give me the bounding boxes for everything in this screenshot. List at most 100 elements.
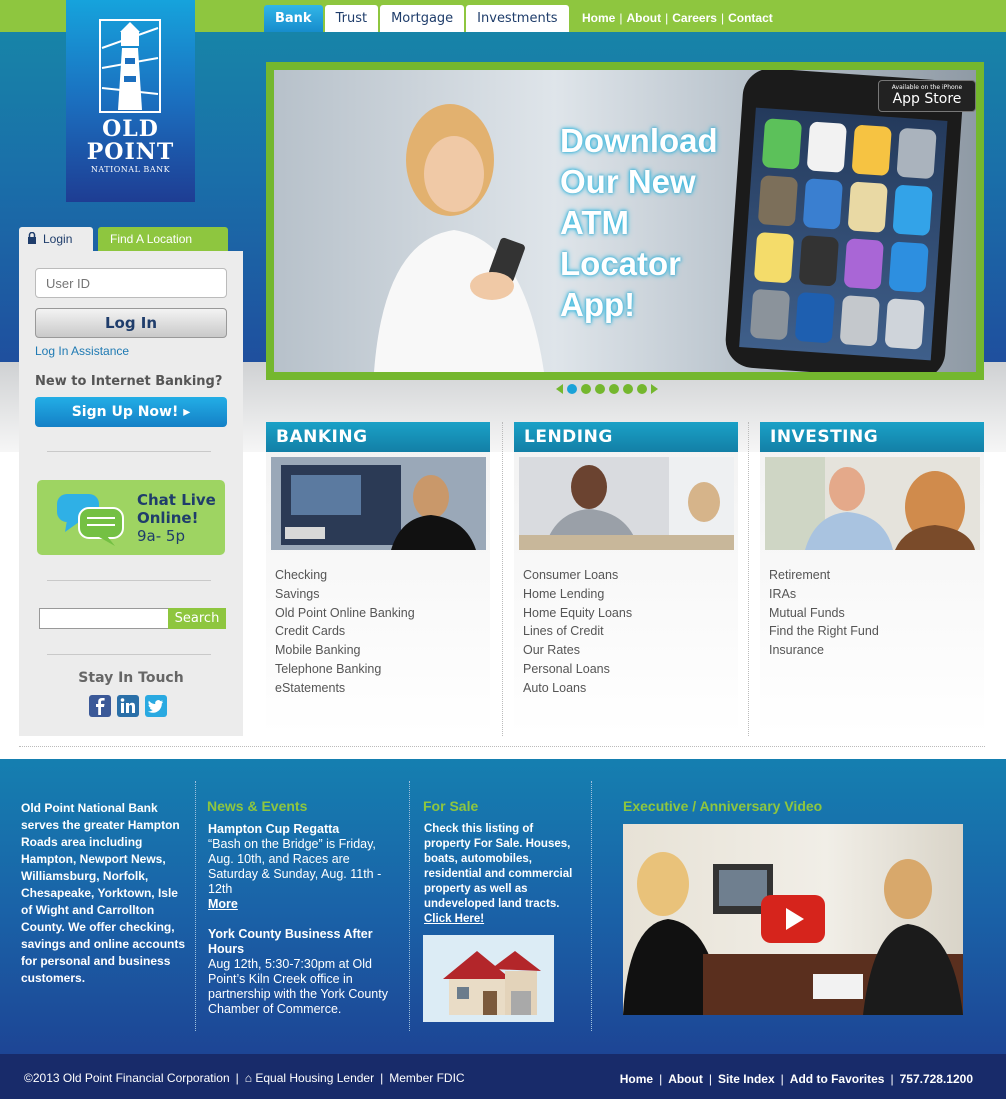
chat-live-button[interactable]: Chat Live Online! 9a- 5p xyxy=(37,480,225,555)
chat-line: Online! xyxy=(137,509,199,527)
play-icon[interactable] xyxy=(761,895,825,943)
slide-dot[interactable] xyxy=(581,384,591,394)
tab-mortgage[interactable]: Mortgage xyxy=(380,5,465,32)
top-link-careers[interactable]: Careers xyxy=(672,11,717,25)
news-title[interactable]: Hampton Cup Regatta xyxy=(208,822,392,837)
search-input[interactable] xyxy=(39,608,169,629)
login-button[interactable]: Log In xyxy=(35,308,227,338)
link-personal-loans[interactable]: Personal Loans xyxy=(523,660,632,679)
linkedin-icon[interactable] xyxy=(117,695,139,717)
link-consumer-loans[interactable]: Consumer Loans xyxy=(523,566,632,585)
next-slide-arrow-icon[interactable] xyxy=(651,384,658,394)
twitter-icon[interactable] xyxy=(145,695,167,717)
banking-links: Checking Savings Old Point Online Bankin… xyxy=(275,566,415,698)
footer-link-favorites[interactable]: Add to Favorites xyxy=(790,1072,885,1086)
lock-icon xyxy=(28,232,36,244)
footer-link-home[interactable]: Home xyxy=(620,1072,653,1086)
investing-panel-title[interactable]: INVESTING xyxy=(760,422,984,452)
panel-divider xyxy=(502,422,503,736)
tab-login[interactable]: Login xyxy=(19,227,93,251)
slide-dot[interactable] xyxy=(609,384,619,394)
tab-login-label: Login xyxy=(43,232,73,246)
tab-trust[interactable]: Trust xyxy=(324,5,379,32)
app-icon xyxy=(892,184,933,236)
slide-dot[interactable] xyxy=(623,384,633,394)
search-button[interactable]: Search xyxy=(168,608,226,629)
logo-text-old: OLD xyxy=(102,116,159,142)
investing-photo xyxy=(765,457,980,550)
investing-panel: INVESTING Retirement IRAs Mutual Funds F… xyxy=(760,422,984,736)
top-link-about[interactable]: About xyxy=(626,11,661,25)
copyright-line: ©2013 Old Point Financial Corporation | ⌂ … xyxy=(24,1071,465,1085)
divider xyxy=(47,580,211,581)
app-store-badge[interactable]: Available on the iPhone App Store xyxy=(878,80,976,112)
footer-link-about[interactable]: About xyxy=(668,1072,703,1086)
link-mobile-banking[interactable]: Mobile Banking xyxy=(275,641,415,660)
banking-photo xyxy=(271,457,486,550)
link-online-banking[interactable]: Old Point Online Banking xyxy=(275,604,415,623)
tab-find-location-label: Find A Location xyxy=(110,232,193,246)
link-lines-of-credit[interactable]: Lines of Credit xyxy=(523,622,632,641)
link-find-right-fund[interactable]: Find the Right Fund xyxy=(769,622,879,641)
anniversary-video[interactable] xyxy=(623,824,963,1015)
equal-housing-icon: ⌂ xyxy=(244,1071,252,1085)
footer-link-site-index[interactable]: Site Index xyxy=(718,1072,775,1086)
user-id-input[interactable] xyxy=(35,268,227,298)
app-icon xyxy=(757,175,799,227)
link-savings[interactable]: Savings xyxy=(275,585,415,604)
tab-bank[interactable]: Bank xyxy=(264,5,323,32)
link-telephone-banking[interactable]: Telephone Banking xyxy=(275,660,415,679)
sign-up-button[interactable]: Sign Up Now! ▸ xyxy=(35,397,227,427)
phone-number[interactable]: 757.728.1200 xyxy=(900,1072,973,1086)
link-insurance[interactable]: Insurance xyxy=(769,641,879,660)
link-auto-loans[interactable]: Auto Loans xyxy=(523,679,632,698)
headline-line: ATM xyxy=(560,204,630,241)
lending-links: Consumer Loans Home Lending Home Equity … xyxy=(523,566,632,698)
link-home-lending[interactable]: Home Lending xyxy=(523,585,632,604)
link-home-equity-loans[interactable]: Home Equity Loans xyxy=(523,604,632,623)
link-iras[interactable]: IRAs xyxy=(769,585,879,604)
link-retirement[interactable]: Retirement xyxy=(769,566,879,585)
banking-panel-title[interactable]: BANKING xyxy=(266,422,490,452)
app-icon xyxy=(847,181,888,233)
tab-find-location[interactable]: Find A Location xyxy=(98,227,228,251)
app-icon xyxy=(839,295,880,347)
slide-dot[interactable] xyxy=(595,384,605,394)
lending-panel-title[interactable]: LENDING xyxy=(514,422,738,452)
news-more-link[interactable]: More xyxy=(208,897,392,912)
chat-hours: 9a- 5p xyxy=(137,527,185,545)
hero-slide: Download Our New ATM Locator App! Availa… xyxy=(274,70,976,372)
news-list: Hampton Cup Regatta “Bash on the Bridge”… xyxy=(208,822,392,1017)
for-sale-link[interactable]: Click Here! xyxy=(424,913,484,925)
bank-logo[interactable]: OLD POINT NATIONAL BANK xyxy=(66,0,195,202)
link-credit-cards[interactable]: Credit Cards xyxy=(275,622,415,641)
stay-in-touch-heading: Stay In Touch xyxy=(78,670,184,686)
app-icon xyxy=(843,238,884,290)
section-divider xyxy=(19,746,985,747)
news-body: “Bash on the Bridge” is Friday, Aug. 10t… xyxy=(208,837,382,896)
hero-banner[interactable]: Download Our New ATM Locator App! Availa… xyxy=(266,62,984,380)
slide-dot[interactable] xyxy=(567,384,577,394)
link-mutual-funds[interactable]: Mutual Funds xyxy=(769,604,879,623)
member-fdic: Member FDIC xyxy=(389,1071,465,1085)
top-link-home[interactable]: Home xyxy=(582,11,615,25)
bottom-bar: ©2013 Old Point Financial Corporation | ⌂ … xyxy=(0,1054,1006,1099)
app-icon xyxy=(851,124,892,176)
prev-slide-arrow-icon[interactable] xyxy=(556,384,563,394)
house-image[interactable] xyxy=(423,935,554,1022)
facebook-icon[interactable] xyxy=(89,695,111,717)
footer-divider xyxy=(591,781,592,1031)
link-our-rates[interactable]: Our Rates xyxy=(523,641,632,660)
app-icon xyxy=(806,121,847,173)
link-estatements[interactable]: eStatements xyxy=(275,679,415,698)
new-banking-prompt: New to Internet Banking? xyxy=(35,374,223,389)
slide-dot[interactable] xyxy=(637,384,647,394)
app-icon xyxy=(794,291,836,344)
app-icon xyxy=(896,127,937,180)
tab-investments[interactable]: Investments xyxy=(466,5,569,32)
link-checking[interactable]: Checking xyxy=(275,566,415,585)
panel-divider xyxy=(748,422,749,736)
news-title[interactable]: York County Business After Hours xyxy=(208,927,392,957)
top-link-contact[interactable]: Contact xyxy=(728,11,773,25)
login-assistance-link[interactable]: Log In Assistance xyxy=(35,344,129,358)
